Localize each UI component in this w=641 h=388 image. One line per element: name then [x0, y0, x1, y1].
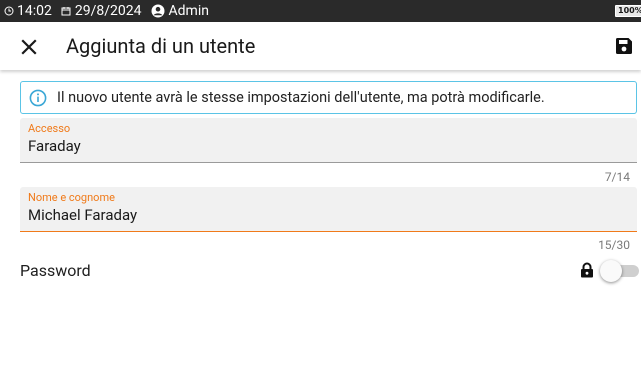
info-icon	[29, 89, 47, 107]
password-toggle[interactable]	[600, 260, 640, 282]
fullname-field-label: Nome e cognome	[28, 191, 115, 204]
password-label: Password	[20, 261, 91, 280]
fullname-char-counter: 15/30	[598, 238, 630, 252]
access-field-value[interactable]: Faraday	[28, 137, 81, 155]
status-bar: 14:02 29/8/2024 Admin 100%	[0, 0, 641, 22]
access-field-label: Accesso	[28, 122, 71, 135]
info-notice: Il nuovo utente avrà le stesse impostazi…	[20, 81, 637, 114]
lock-icon	[581, 262, 593, 278]
access-char-counter: 7/14	[604, 170, 630, 184]
user-circle-icon	[151, 4, 165, 18]
close-icon[interactable]	[20, 38, 38, 56]
info-message: Il nuovo utente avrà le stesse impostazi…	[57, 89, 545, 106]
fullname-field[interactable]: Nome e cognome Michael Faraday	[20, 187, 637, 232]
access-field[interactable]: Accesso Faraday	[20, 118, 637, 163]
battery-indicator: 100%	[615, 5, 641, 17]
status-user: Admin	[168, 3, 209, 19]
clock-icon	[4, 6, 14, 16]
fullname-field-value[interactable]: Michael Faraday	[28, 206, 137, 224]
calendar-icon	[61, 7, 71, 16]
page-title: Aggiunta di un utente	[66, 34, 256, 58]
status-date: 29/8/2024	[74, 3, 142, 19]
app-bar: Aggiunta di un utente	[0, 22, 641, 70]
toggle-knob	[600, 260, 622, 282]
status-time: 14:02	[17, 3, 52, 19]
save-icon[interactable]	[615, 37, 633, 55]
